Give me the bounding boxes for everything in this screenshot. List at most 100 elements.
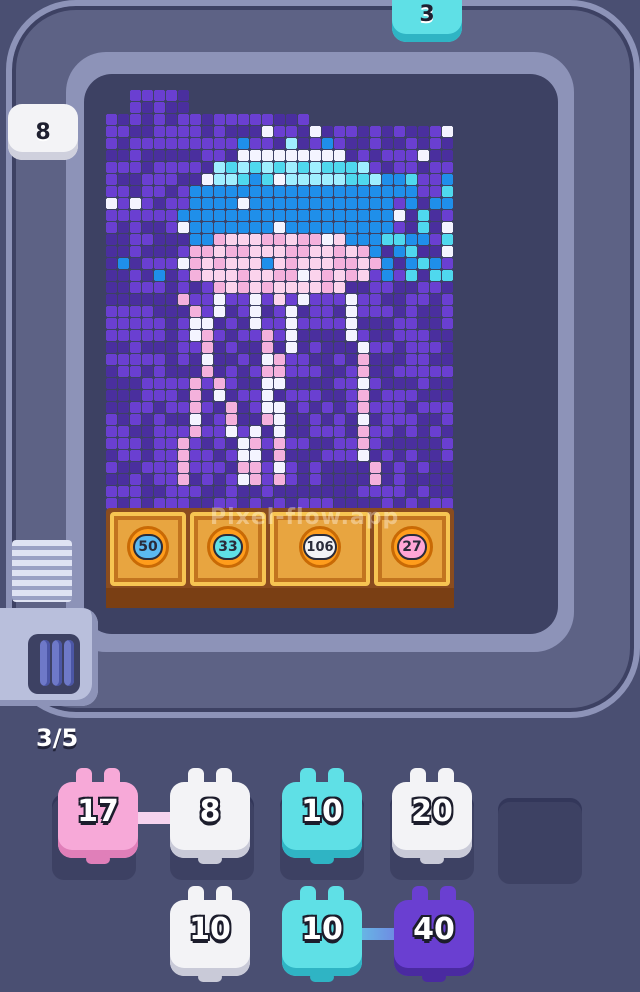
pixel-block xyxy=(274,270,285,281)
pixel-block xyxy=(382,462,393,473)
pixel-block xyxy=(106,354,117,365)
pixel-block xyxy=(346,186,357,197)
pixel-block xyxy=(154,258,165,269)
pixel-block xyxy=(298,150,309,161)
pixel-block xyxy=(190,390,201,401)
pixel-block xyxy=(394,342,405,353)
track-shooter-top[interactable]: 3 xyxy=(392,0,462,42)
pixel-block xyxy=(274,426,285,437)
pixel-block xyxy=(322,174,333,185)
track-shooter-left[interactable]: 8 xyxy=(8,104,78,160)
bunny-shooter-white[interactable]: 10 xyxy=(170,886,250,982)
pixel-block xyxy=(358,330,369,341)
crate[interactable]: 50 xyxy=(110,512,186,586)
pixel-block xyxy=(274,198,285,209)
pixel-block xyxy=(334,258,345,269)
pixel-block xyxy=(334,378,345,389)
pixel-block xyxy=(154,90,165,101)
pixel-block xyxy=(298,138,309,149)
pixel-block xyxy=(274,414,285,425)
pixel-block xyxy=(262,474,273,485)
pixel-block xyxy=(394,462,405,473)
pixel-block xyxy=(166,426,177,437)
bunny-shooter-white[interactable]: 20 xyxy=(392,768,472,864)
pixel-block xyxy=(166,474,177,485)
pixel-block xyxy=(394,450,405,461)
pixel-block xyxy=(442,150,453,161)
pixel-block xyxy=(166,138,177,149)
pixel-block xyxy=(262,282,273,293)
pixel-block xyxy=(250,222,261,233)
pixel-block xyxy=(166,366,177,377)
pixel-block xyxy=(238,486,249,497)
track-shooter-count: 3 xyxy=(419,1,435,27)
bunny-shooter-pink[interactable]: 17 xyxy=(58,768,138,864)
pixel-block xyxy=(298,366,309,377)
pixel-block xyxy=(394,318,405,329)
pixel-block xyxy=(298,282,309,293)
pixel-block xyxy=(226,354,237,365)
pixel-block xyxy=(142,150,153,161)
pixel-block xyxy=(334,426,345,437)
pixel-block xyxy=(214,486,225,497)
pixel-block xyxy=(226,402,237,413)
pixel-block xyxy=(118,450,129,461)
pixel-block xyxy=(382,486,393,497)
pixel-block xyxy=(286,474,297,485)
pixel-block xyxy=(406,162,417,173)
pixel-block xyxy=(106,462,117,473)
pixel-block xyxy=(334,126,345,137)
pixel-block xyxy=(310,150,321,161)
pixel-block xyxy=(226,234,237,245)
pixel-block xyxy=(106,306,117,317)
pixel-block xyxy=(118,222,129,233)
pixel-block xyxy=(334,282,345,293)
pixel-block xyxy=(202,390,213,401)
pixel-block xyxy=(226,282,237,293)
bunny-shooter-white[interactable]: 8 xyxy=(170,768,250,864)
pixel-block xyxy=(322,306,333,317)
pixel-block xyxy=(274,474,285,485)
pixel-block xyxy=(214,222,225,233)
pixel-block xyxy=(106,210,117,221)
pixel-block xyxy=(262,234,273,245)
pixel-block xyxy=(142,366,153,377)
pixel-block xyxy=(202,270,213,281)
pixel-block xyxy=(214,258,225,269)
pixel-block xyxy=(238,138,249,149)
queue-slot-empty[interactable] xyxy=(498,798,582,884)
bunny-shooter-cyan[interactable]: 10 xyxy=(282,886,362,982)
entry-ramp xyxy=(12,540,72,602)
pixel-block xyxy=(442,210,453,221)
pixel-block xyxy=(142,330,153,341)
pixel-block xyxy=(142,438,153,449)
pixel-block xyxy=(154,294,165,305)
pixel-block xyxy=(142,138,153,149)
pixel-block xyxy=(190,270,201,281)
pixel-block xyxy=(394,138,405,149)
pixel-block xyxy=(202,138,213,149)
pixel-block xyxy=(142,306,153,317)
pixel-block xyxy=(202,246,213,257)
pixel-block xyxy=(370,342,381,353)
pixel-block xyxy=(442,246,453,257)
pixel-block xyxy=(238,414,249,425)
pixel-block xyxy=(286,414,297,425)
pixel-block xyxy=(262,258,273,269)
bunny-shooter-purple[interactable]: 40 xyxy=(394,886,474,982)
pixel-block xyxy=(334,402,345,413)
pixel-block xyxy=(214,390,225,401)
pixel-block xyxy=(130,306,141,317)
pixel-block xyxy=(310,258,321,269)
bunny-shooter-cyan[interactable]: 10 xyxy=(282,768,362,864)
pixel-block xyxy=(322,126,333,137)
pixel-block xyxy=(274,114,285,125)
pixel-block xyxy=(262,246,273,257)
track-shooter-count: 8 xyxy=(35,119,51,145)
pixel-block xyxy=(406,294,417,305)
pixel-block xyxy=(250,246,261,257)
pixel-block xyxy=(250,438,261,449)
pixel-block xyxy=(202,486,213,497)
crate-badge: 33 xyxy=(207,526,249,568)
pixel-block xyxy=(322,210,333,221)
